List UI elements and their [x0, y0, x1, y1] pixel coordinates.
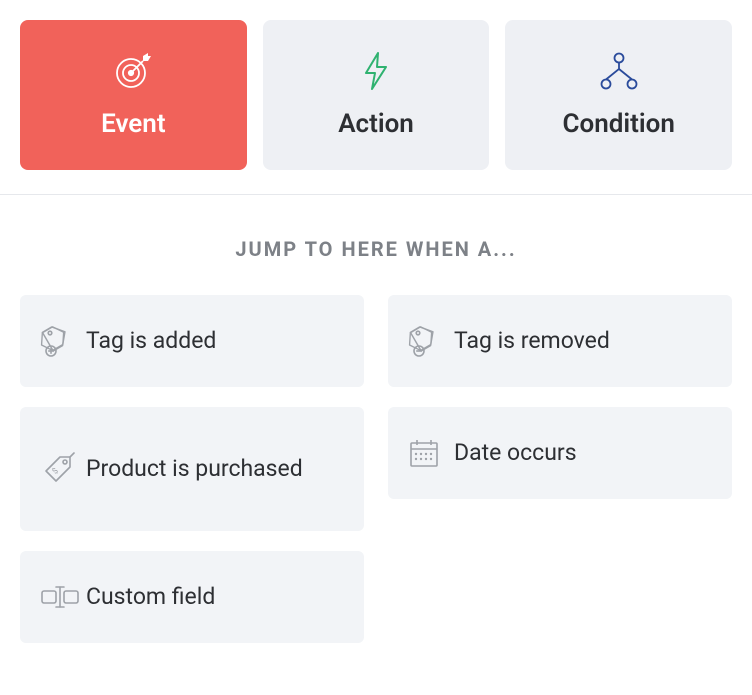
text-field-icon: [40, 583, 86, 611]
tab-action-label: Action: [338, 109, 414, 139]
section-title: JUMP TO HERE WHEN A...: [0, 237, 752, 261]
event-label: Date occurs: [454, 439, 577, 468]
event-tag-is-removed[interactable]: Tag is removed: [388, 295, 732, 387]
event-label: Tag is removed: [454, 327, 610, 356]
event-label: Product is purchased: [86, 455, 303, 484]
tab-action[interactable]: Action: [263, 20, 490, 170]
calendar-icon: [408, 437, 454, 469]
tab-condition[interactable]: Condition: [505, 20, 732, 170]
event-product-is-purchased[interactable]: $ Product is purchased: [20, 407, 364, 531]
tab-bar: Event Action Condition: [0, 0, 752, 194]
event-tag-is-added[interactable]: Tag is added: [20, 295, 364, 387]
lightning-icon: [360, 51, 392, 91]
event-label: Custom field: [86, 583, 215, 612]
event-custom-field[interactable]: Custom field: [20, 551, 364, 643]
target-icon: [113, 51, 153, 91]
event-label: Tag is added: [86, 327, 216, 356]
tab-event[interactable]: Event: [20, 20, 247, 170]
divider: [0, 194, 752, 195]
branch-icon: [597, 51, 641, 91]
price-tag-icon: $: [40, 451, 86, 487]
tag-add-icon: [40, 324, 86, 358]
tag-remove-icon: [408, 324, 454, 358]
tab-event-label: Event: [101, 109, 165, 139]
events-grid: Tag is added Tag is removed $ Product is…: [0, 295, 752, 643]
tab-condition-label: Condition: [563, 109, 675, 139]
event-date-occurs[interactable]: Date occurs: [388, 407, 732, 499]
svg-text:$: $: [50, 466, 60, 476]
